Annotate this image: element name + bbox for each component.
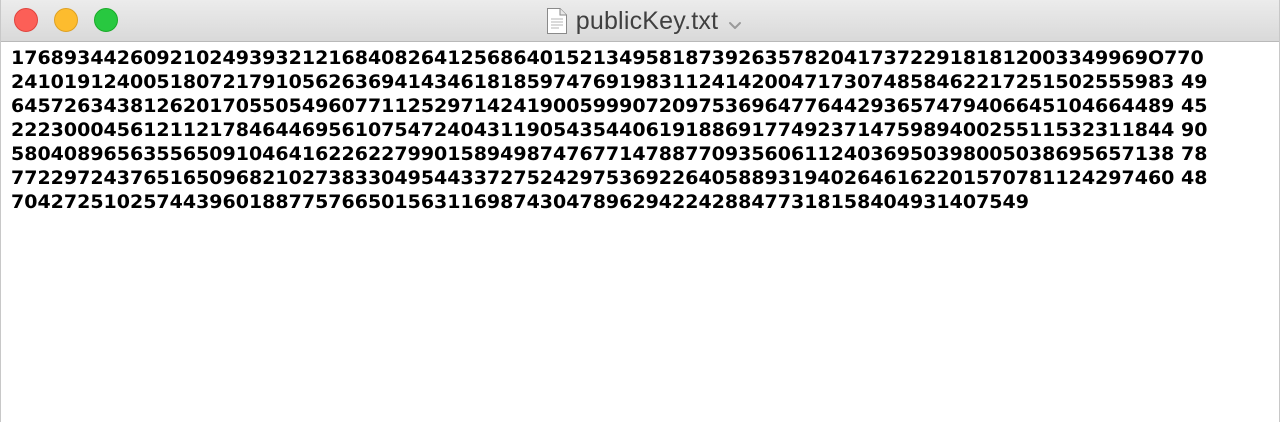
- text-line: 1768934426092102493932121684082641256864…: [11, 47, 1204, 69]
- text-line: 7042725102574439601887757665015631169874…: [11, 191, 1029, 213]
- text-line: 5804089656355650910464162262279901589498…: [11, 143, 1208, 165]
- text-line: 6457263438126201705505496077112529714241…: [11, 95, 1208, 117]
- text-line: 2410191240051807217910562636941434618185…: [11, 71, 1208, 93]
- minimize-button[interactable]: [54, 8, 78, 32]
- window-title-group[interactable]: publicKey.txt: [546, 7, 742, 36]
- text-line: 2223000456121121784644695610754724043119…: [11, 119, 1208, 141]
- text-editor-window: publicKey.txt 17689344260921024939321216…: [0, 0, 1280, 422]
- zoom-button[interactable]: [94, 8, 118, 32]
- chevron-down-icon[interactable]: [728, 18, 742, 29]
- text-content-area[interactable]: 1768934426092102493932121684082641256864…: [1, 42, 1279, 422]
- close-button[interactable]: [14, 8, 38, 32]
- window-title: publicKey.txt: [575, 6, 719, 35]
- document-icon: [546, 7, 568, 35]
- title-bar[interactable]: publicKey.txt: [1, 0, 1279, 42]
- text-line: 7722972437651650968210273833049544337275…: [11, 167, 1208, 189]
